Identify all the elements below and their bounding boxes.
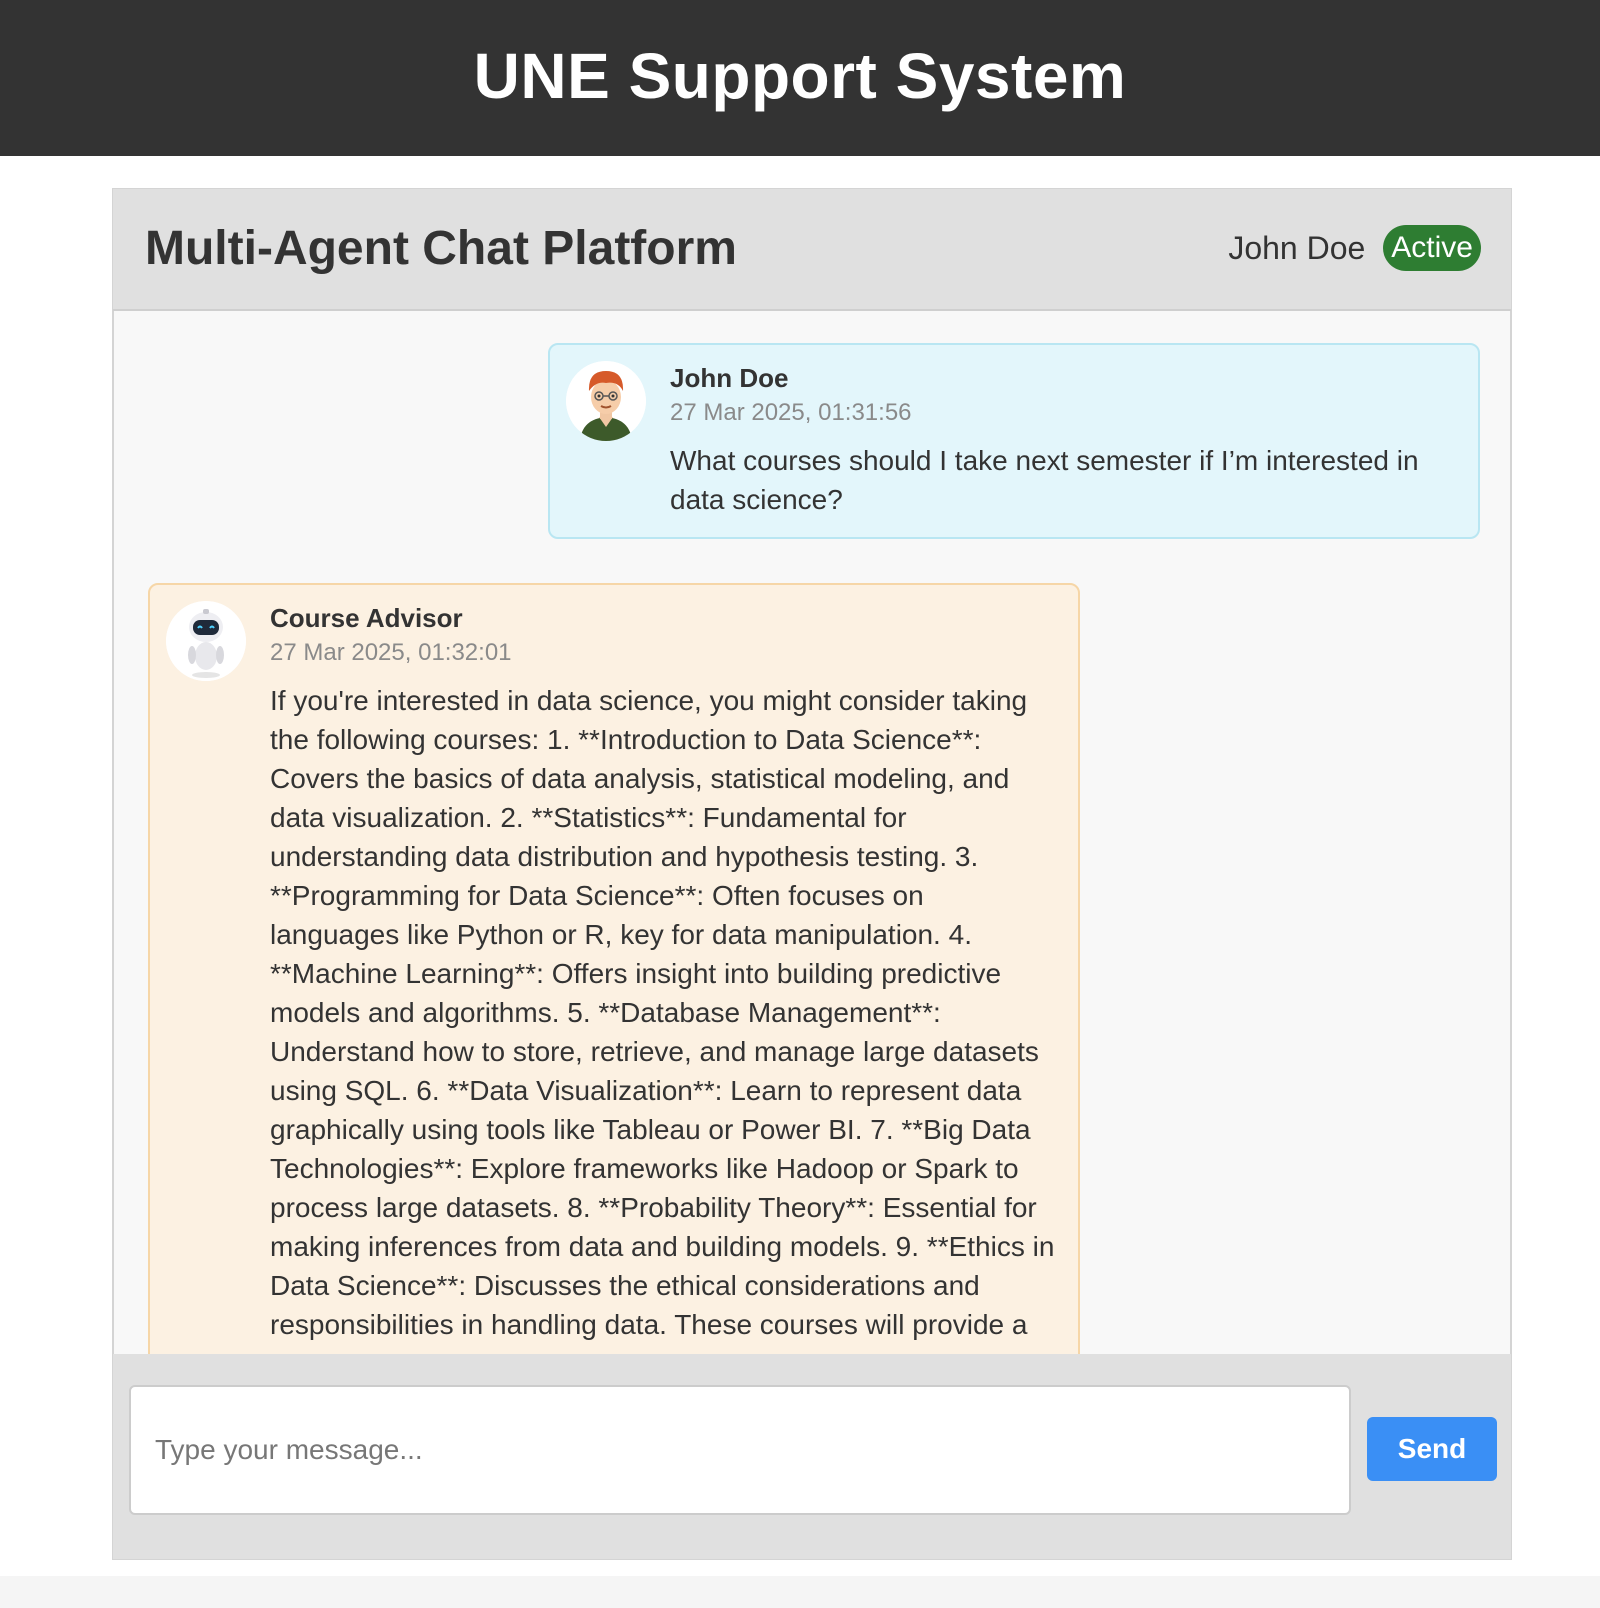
chat-title: Multi-Agent Chat Platform — [145, 222, 737, 275]
message-timestamp: 27 Mar 2025, 01:32:01 — [270, 639, 512, 666]
message-text: What courses should I take next semester… — [670, 445, 1419, 515]
send-button[interactable]: Send — [1367, 1417, 1497, 1481]
app-header: UNE Support System — [0, 0, 1600, 156]
message-text: If you're interested in data science, yo… — [270, 685, 1055, 1340]
message-item-user: John Doe 27 Mar 2025, 01:31:56 What cour… — [548, 343, 1480, 539]
current-user-name: John Doe — [1228, 229, 1366, 266]
chat-header: Multi-Agent Chat Platform John Doe Activ… — [113, 189, 1511, 311]
composer: Send — [113, 1365, 1511, 1559]
message-list[interactable]: John Doe 27 Mar 2025, 01:31:56 What cour… — [113, 311, 1511, 1354]
message-sender: John Doe — [670, 363, 789, 393]
status-badge: Active — [1383, 225, 1481, 271]
chat-window: Multi-Agent Chat Platform John Doe Activ… — [112, 188, 1512, 1560]
message-item-agent: Course Advisor 27 Mar 2025, 01:32:01 If … — [148, 583, 1080, 1354]
message-sender: Course Advisor — [270, 603, 463, 633]
message-input[interactable] — [129, 1385, 1351, 1515]
robot-avatar-icon — [166, 601, 246, 681]
page-footer-strip — [0, 1576, 1600, 1608]
user-status: John Doe Active — [1228, 225, 1481, 271]
message-timestamp: 27 Mar 2025, 01:31:56 — [670, 399, 912, 426]
user-avatar-icon — [566, 361, 646, 441]
app-title: UNE Support System — [473, 40, 1127, 112]
